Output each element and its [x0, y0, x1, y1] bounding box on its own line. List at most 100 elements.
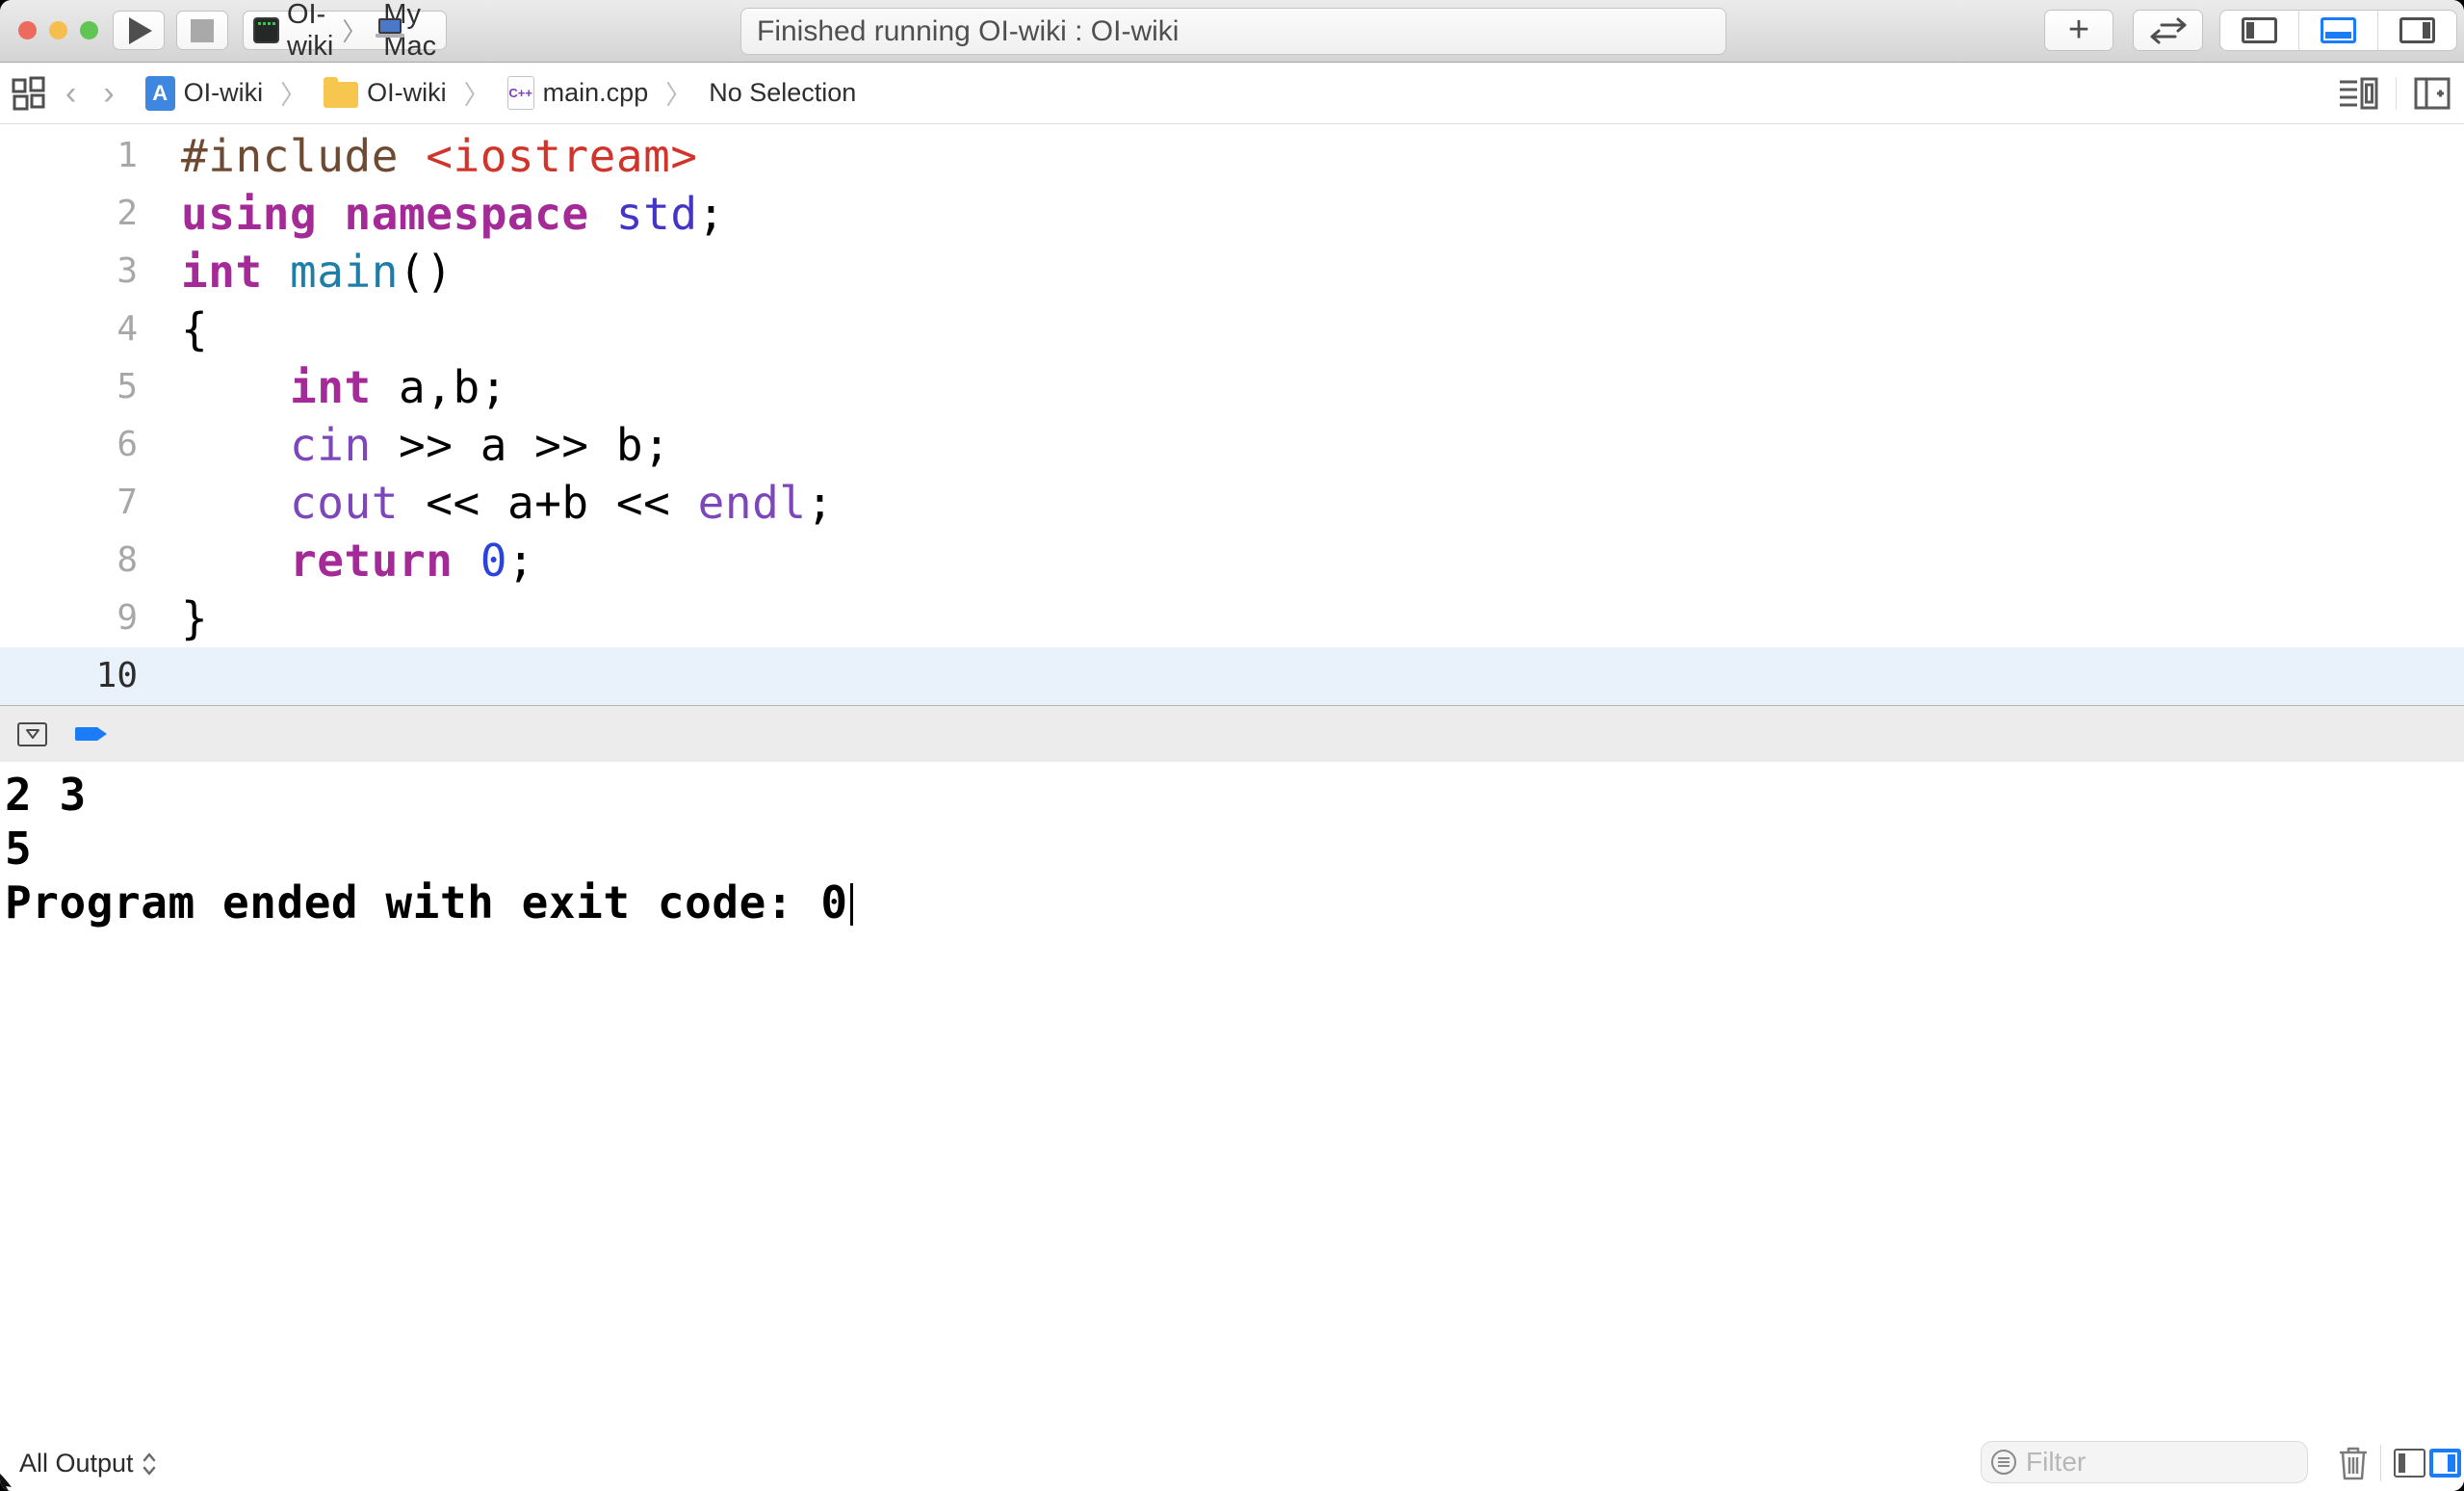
- hide-debug-area-button[interactable]: [17, 722, 47, 746]
- code-line[interactable]: 6 cin >> a >> b;: [0, 416, 2464, 474]
- code-text: cin >> a >> b;: [138, 416, 670, 474]
- toolbar: OI-wiki 〉 My Mac Finished running OI-wik…: [0, 0, 2464, 63]
- line-number[interactable]: 2: [0, 185, 138, 243]
- code-lines: 1#include <iostream>2using namespace std…: [0, 127, 2464, 705]
- output-scope-selector[interactable]: All Output: [19, 1449, 157, 1478]
- code-text: return 0;: [138, 532, 534, 589]
- activity-status-bar: Finished running OI-wiki : OI-wiki: [740, 8, 1726, 55]
- breadcrumb-selection[interactable]: No Selection: [709, 78, 856, 108]
- code-text: int main(): [138, 243, 453, 301]
- scheme-target-icon: [253, 17, 279, 43]
- run-button[interactable]: [113, 11, 165, 50]
- breadcrumb-file[interactable]: main.cpp: [543, 78, 649, 108]
- code-text: {: [138, 301, 208, 358]
- scheme-selector[interactable]: OI-wiki 〉 My Mac: [243, 11, 447, 50]
- plus-icon: +: [2068, 10, 2089, 51]
- toggle-navigator-button[interactable]: [2220, 11, 2298, 50]
- line-number[interactable]: 10: [0, 647, 138, 705]
- console-bottom-bar: All Output Filter: [0, 1435, 2464, 1491]
- output-scope-label: All Output: [19, 1449, 134, 1478]
- minimize-window-button[interactable]: [49, 21, 67, 39]
- code-text: using namespace std;: [138, 185, 725, 243]
- divider: [2380, 1445, 2381, 1481]
- stop-icon: [191, 19, 214, 42]
- code-line[interactable]: 3int main(): [0, 243, 2464, 301]
- filter-icon: [1991, 1450, 2016, 1475]
- console-pane-icon: [2399, 1453, 2405, 1473]
- breadcrumb-project[interactable]: OI-wiki: [184, 78, 264, 108]
- code-text: #include <iostream>: [138, 127, 698, 185]
- breadcrumb-group[interactable]: OI-wiki: [367, 78, 447, 108]
- line-number[interactable]: 7: [0, 474, 138, 532]
- debug-console[interactable]: 2 35Program ended with exit code: 0: [0, 762, 2464, 1491]
- folder-icon: [324, 82, 358, 108]
- code-text: cout << a+b << endl;: [138, 474, 834, 532]
- code-line[interactable]: 10: [0, 647, 2464, 705]
- console-filter-input[interactable]: Filter: [1981, 1441, 2308, 1483]
- line-number[interactable]: 5: [0, 358, 138, 416]
- status-text: Finished running OI-wiki : OI-wiki: [757, 15, 1179, 48]
- code-line[interactable]: 1#include <iostream>: [0, 127, 2464, 185]
- console-line: Program ended with exit code: 0: [5, 876, 2464, 929]
- debug-bar: [0, 705, 2464, 762]
- chevron-separator-icon: 〉: [342, 13, 367, 48]
- code-text: int a,b;: [138, 358, 507, 416]
- line-number[interactable]: 9: [0, 589, 138, 647]
- chevron-down-icon: [25, 728, 40, 740]
- related-items-icon[interactable]: [12, 76, 46, 111]
- code-line[interactable]: 2using namespace std;: [0, 185, 2464, 243]
- console-output: 2 35Program ended with exit code: 0: [5, 768, 2464, 929]
- code-text: [138, 647, 181, 705]
- xcode-window: OI-wiki 〉 My Mac Finished running OI-wik…: [0, 0, 2464, 1491]
- forward-button[interactable]: ›: [90, 77, 127, 110]
- chevron-separator-icon: 〉: [665, 74, 691, 112]
- code-line[interactable]: 5 int a,b;: [0, 358, 2464, 416]
- breakpoints-toggle-button[interactable]: [75, 726, 108, 742]
- back-button[interactable]: ‹: [52, 77, 90, 110]
- xcode-project-icon: A: [145, 76, 175, 111]
- console-line: 2 3: [5, 768, 2464, 822]
- line-number[interactable]: 3: [0, 243, 138, 301]
- variables-pane-icon: [2448, 1454, 2455, 1472]
- breadcrumb: A OI-wiki 〉 OI-wiki 〉 C++ main.cpp 〉 No …: [145, 74, 857, 112]
- code-line[interactable]: 4{: [0, 301, 2464, 358]
- filter-placeholder: Filter: [2026, 1447, 2086, 1478]
- chevron-separator-icon: 〉: [280, 74, 306, 112]
- close-window-button[interactable]: [18, 21, 37, 39]
- navigator-panel-icon: [2242, 17, 2277, 43]
- cpp-file-icon: C++: [507, 76, 534, 110]
- line-number[interactable]: 4: [0, 301, 138, 358]
- editor-options-icon[interactable]: [2340, 77, 2378, 110]
- toggle-debug-area-button[interactable]: [2298, 11, 2377, 50]
- chevron-separator-icon: 〉: [464, 74, 490, 112]
- source-editor[interactable]: 1#include <iostream>2using namespace std…: [0, 124, 2464, 705]
- line-number[interactable]: 1: [0, 127, 138, 185]
- jump-bar: ‹ › A OI-wiki 〉 OI-wiki 〉 C++ main.cpp 〉…: [0, 63, 2464, 124]
- add-editor-icon[interactable]: [2414, 77, 2451, 110]
- editor-panel-toggles: [2219, 10, 2457, 51]
- text-cursor: [850, 883, 853, 926]
- up-down-chevrons-icon: [142, 1452, 157, 1477]
- version-editor-button[interactable]: [2133, 10, 2203, 51]
- scheme-target-label: OI-wiki: [287, 0, 333, 63]
- console-line: 5: [5, 822, 2464, 876]
- inspector-panel-icon: [2399, 17, 2435, 43]
- zoom-window-button[interactable]: [80, 21, 98, 39]
- debug-panel-icon: [2321, 17, 2356, 43]
- play-icon: [129, 17, 152, 44]
- code-line[interactable]: 9}: [0, 589, 2464, 647]
- toggle-variables-pane-button[interactable]: [2429, 1449, 2461, 1478]
- divider: [2396, 77, 2397, 110]
- swap-arrows-icon: [2148, 17, 2189, 44]
- code-line[interactable]: 7 cout << a+b << endl;: [0, 474, 2464, 532]
- line-number[interactable]: 8: [0, 532, 138, 589]
- line-number[interactable]: 6: [0, 416, 138, 474]
- clear-console-button[interactable]: [2338, 1445, 2369, 1481]
- stop-button[interactable]: [176, 11, 228, 50]
- mouse-cursor: [0, 1472, 19, 1491]
- code-line[interactable]: 8 return 0;: [0, 532, 2464, 589]
- code-text: }: [138, 589, 208, 647]
- toggle-inspector-button[interactable]: [2377, 11, 2456, 50]
- library-add-button[interactable]: +: [2044, 10, 2114, 51]
- toggle-console-pane-button[interactable]: [2394, 1449, 2425, 1478]
